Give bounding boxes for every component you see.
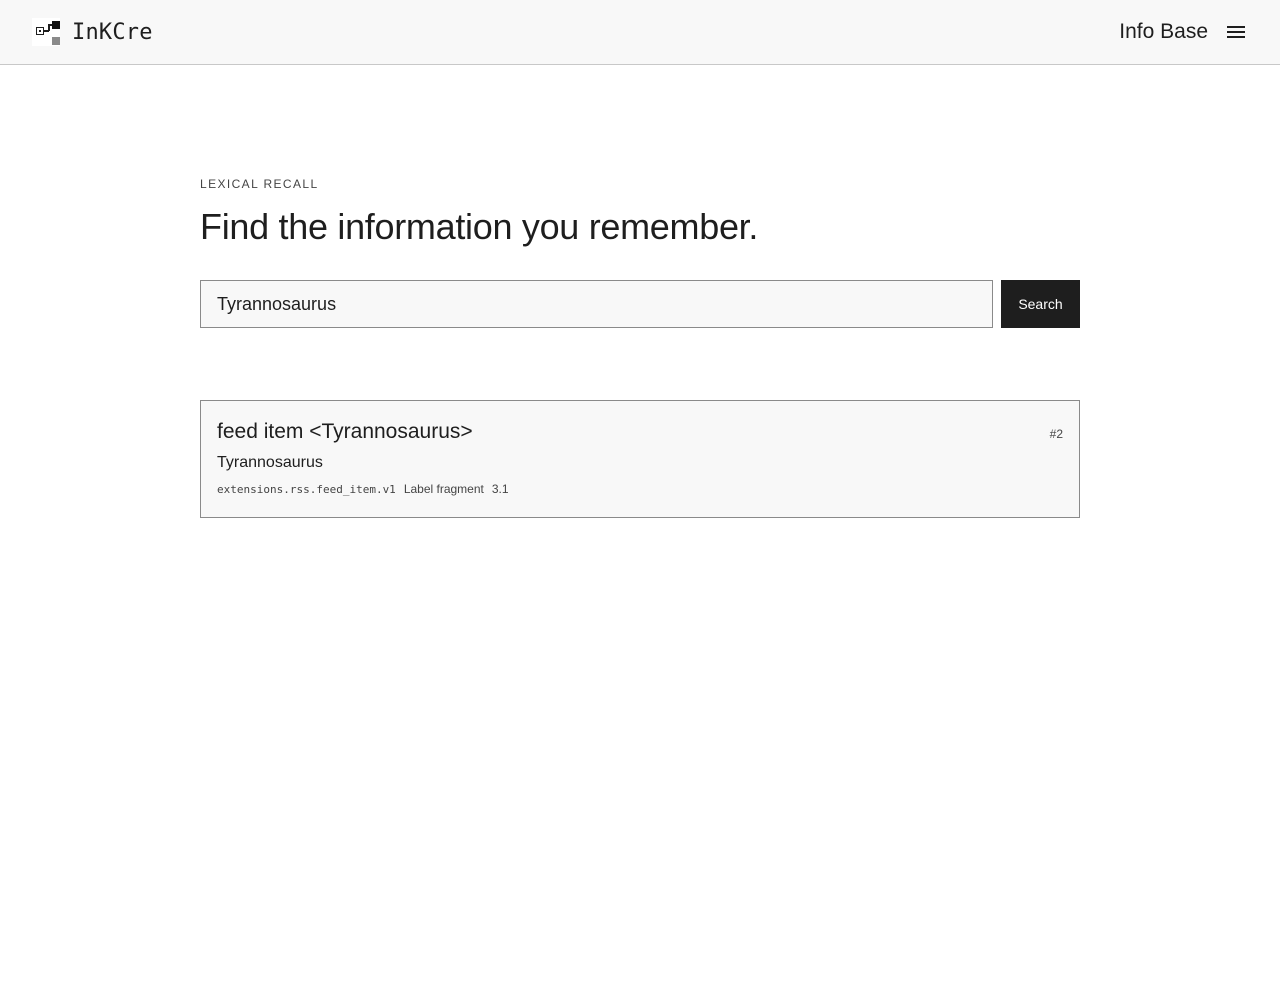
- result-score: 3.1: [491, 482, 509, 496]
- results-list: feed item <Tyrannosaurus> #2 Tyrannosaur…: [200, 400, 1080, 518]
- result-rank: #2: [1049, 427, 1063, 441]
- section-eyebrow: LEXICAL RECALL: [200, 177, 319, 191]
- search-form: Search: [200, 280, 1080, 328]
- inkcre-logo-icon: [32, 18, 60, 46]
- top-nav: Info Base: [1119, 16, 1248, 48]
- nav-link-info-base[interactable]: Info Base: [1119, 20, 1208, 44]
- main-content: LEXICAL RECALL Find the information you …: [200, 176, 1080, 518]
- search-button[interactable]: Search: [1001, 280, 1080, 328]
- result-snippet: Tyrannosaurus: [217, 454, 323, 471]
- brand-name: InKCre: [72, 19, 153, 45]
- result-meta: extensions.rss.feed_item.v1 Label fragme…: [217, 482, 1063, 496]
- result-card[interactable]: feed item <Tyrannosaurus> #2 Tyrannosaur…: [200, 400, 1080, 518]
- search-input[interactable]: [200, 280, 993, 328]
- result-title: feed item <Tyrannosaurus>: [217, 420, 473, 443]
- hamburger-menu-icon[interactable]: [1224, 20, 1248, 44]
- page-title: Find the information you remember.: [200, 206, 759, 247]
- result-kind: Label fragment: [403, 482, 484, 496]
- brand-home-link[interactable]: InKCre: [32, 16, 153, 48]
- result-type: extensions.rss.feed_item.v1: [217, 483, 396, 496]
- top-bar: InKCre Info Base: [0, 0, 1280, 65]
